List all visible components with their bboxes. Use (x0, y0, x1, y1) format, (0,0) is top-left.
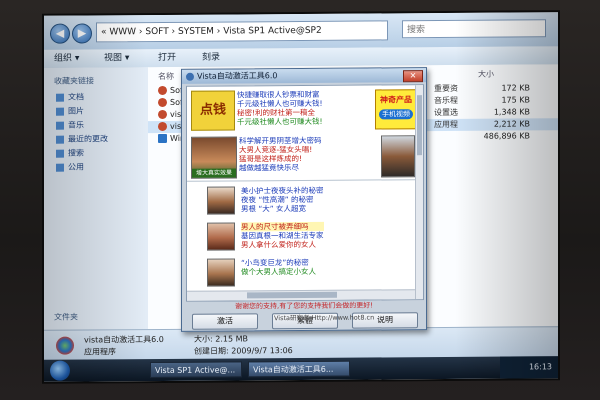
sidebar-item-search[interactable]: 搜索 (56, 148, 84, 160)
horizontal-scrollbar[interactable] (187, 289, 415, 301)
sidebar: 收藏夹链接 文档 图片 音乐 最近的更改 搜索 公用 文件夹 (44, 67, 149, 330)
folder-icon (56, 107, 64, 116)
ad-text-block-2[interactable]: 科学解开男阴茎增大密码 大男人竞逐-猛女头唱! 猛哥是这样炼成的! 越做越猛竟快… (239, 136, 322, 173)
address-text: « WWW › SOFT › SYSTEM › Vista SP1 Active… (101, 25, 322, 38)
screen: ◀ ▶ « WWW › SOFT › SYSTEM › Vista SP1 Ac… (44, 12, 558, 382)
details-pane: vista自动激活工具6.0 应用程序 大小: 2.15 MB 创建日期: 20… (44, 326, 558, 361)
folder-icon (56, 135, 64, 144)
list-line: 做个大男人搞定小女人 (241, 266, 316, 277)
product-ad-subtitle: 手机视频 (379, 109, 413, 120)
ad-line: 千元级社懒人也可赚大钱! (237, 116, 323, 127)
sidebar-item-pictures[interactable]: 图片 (56, 106, 84, 118)
sidebar-item-documents[interactable]: 文档 (56, 92, 84, 104)
taskbar-button-explorer[interactable]: Vista SP1 Active@... (150, 361, 242, 379)
folder-icon (56, 163, 64, 172)
column-name[interactable]: 名称 (158, 71, 174, 82)
list-line: 男人拿什么爱你的女人 (241, 239, 316, 250)
sidebar-item-public[interactable]: 公用 (56, 162, 84, 174)
ad-text-block-1[interactable]: 快捷赚取很人钞票和财富 千元级社懒人也可赚大钱! 秘密!利的财社第一稿全 千元级… (237, 90, 323, 127)
monitor-bezel: ◀ ▶ « WWW › SOFT › SYSTEM › Vista SP1 Ac… (0, 0, 600, 400)
sidebar-item-label: 公用 (68, 162, 84, 172)
file-icon (158, 85, 167, 95)
favorites-header: 收藏夹链接 (54, 76, 94, 86)
product-ad[interactable]: 神奇产品 手机视频 (375, 89, 417, 130)
list-item[interactable]: 男人的尺寸被弄细吗 基因真根一和湖生活专家 男人拿什么爱你的女人 (241, 221, 324, 250)
file-size: 1,348 KB (493, 107, 530, 117)
list-line: 夜夜 “性高潮” 的秘密 (241, 194, 314, 205)
folder-icon (56, 149, 64, 158)
folders-toggle[interactable]: 文件夹 (54, 312, 78, 323)
sidebar-item-label: 最近的更改 (68, 134, 108, 144)
taskbar-button-activator[interactable]: Vista自动激活工具6... (248, 360, 350, 378)
file-icon (158, 133, 167, 143)
views-button[interactable]: 视图 ▾ (104, 49, 129, 67)
scrollbar-thumb[interactable] (417, 95, 422, 156)
back-button[interactable]: ◀ (50, 23, 70, 44)
product-ad-title: 神奇产品 (380, 95, 412, 105)
list-item[interactable]: 美小护士夜夜头补的秘密 夜夜 “性高潮” 的秘密 男根 “大” 女人超宽 (241, 186, 324, 214)
open-button[interactable]: 打开 (158, 49, 176, 67)
activator-dialog: Vista自动激活工具6.0 ✕ 点钱 快捷赚取很人钞票和财富 千元级社懒人也可… (181, 67, 427, 332)
taskbar: Vista SP1 Active@... Vista自动激活工具6... 16:… (44, 356, 558, 382)
ad-photo-thumbnail[interactable] (381, 135, 415, 178)
organize-button[interactable]: 组织 ▾ (54, 50, 79, 68)
sidebar-item-label: 搜索 (68, 148, 84, 158)
divider (187, 179, 415, 182)
dianqian-banner[interactable]: 点钱 (191, 90, 235, 131)
detail-created: 创建日期: 2009/9/7 13:06 (194, 346, 293, 356)
ad-photo-thumbnail[interactable]: 增大真实效果 (191, 136, 237, 179)
dialog-titlebar[interactable]: Vista自动激活工具6.0 ✕ (182, 68, 426, 84)
system-tray: 16:13 (500, 356, 558, 379)
burn-button[interactable]: 刻录 (202, 49, 220, 67)
address-bar-area: ◀ ▶ « WWW › SOFT › SYSTEM › Vista SP1 Ac… (44, 12, 558, 51)
detail-size: 大小: 2.15 MB (194, 334, 248, 344)
sidebar-item-label: 文档 (68, 92, 84, 102)
file-size: 175 KB (501, 95, 530, 105)
file-size: 172 KB (501, 83, 530, 93)
folder-icon (56, 93, 64, 102)
list-thumbnail[interactable] (207, 186, 235, 215)
ad-line: 大男人竞逐-猛女头唱! (239, 144, 313, 155)
forward-button[interactable]: ▶ (72, 23, 92, 44)
credit-text[interactable]: Vista研究者 Http://www.hot8.cn (274, 311, 374, 322)
activate-button[interactable]: 激活 (192, 313, 258, 330)
start-button[interactable] (50, 360, 70, 381)
sidebar-item-label: 图片 (68, 106, 84, 116)
ad-content-panel: 点钱 快捷赚取很人钞票和财富 千元级社懒人也可赚大钱! 秘密!利的财社第一稿全 … (186, 84, 424, 302)
folder-icon (56, 121, 64, 130)
vertical-scrollbar[interactable] (415, 85, 423, 300)
file-size: 2,212 KB (493, 119, 530, 129)
thumbnail-caption: 增大真实效果 (192, 168, 236, 178)
sidebar-item-recent[interactable]: 最近的更改 (56, 133, 108, 145)
file-icon (158, 97, 167, 107)
detail-type: 应用程序 (84, 347, 116, 357)
app-icon (56, 336, 74, 355)
search-input[interactable]: 搜索 (402, 19, 546, 39)
column-size[interactable]: 大小 (478, 69, 494, 80)
address-field[interactable]: « WWW › SOFT › SYSTEM › Vista SP1 Active… (96, 20, 388, 43)
sidebar-item-label: 音乐 (68, 120, 84, 130)
list-line: 男根 “大” 女人超宽 (241, 203, 307, 214)
app-icon (186, 72, 194, 81)
scrollbar-thumb[interactable] (247, 291, 337, 299)
list-item[interactable]: “小鸟变巨龙”的秘密 做个大男人搞定小女人 (241, 258, 316, 277)
file-icon (158, 109, 167, 119)
list-thumbnail[interactable] (207, 258, 235, 287)
file-icon (158, 121, 167, 131)
sidebar-item-music[interactable]: 音乐 (56, 120, 84, 132)
file-size: 486,896 KB (483, 131, 530, 141)
clock[interactable]: 16:13 (529, 362, 552, 371)
close-button[interactable]: ✕ (403, 70, 423, 83)
ad-line: 越做越猛竟快乐尽 (239, 163, 299, 173)
dialog-title: Vista自动激活工具6.0 (197, 71, 278, 81)
list-thumbnail[interactable] (207, 222, 235, 251)
thank-you-message: 谢谢您的支持,有了您的支持我们会做的更好! (234, 301, 374, 311)
detail-name: vista自动激活工具6.0 (84, 334, 164, 345)
